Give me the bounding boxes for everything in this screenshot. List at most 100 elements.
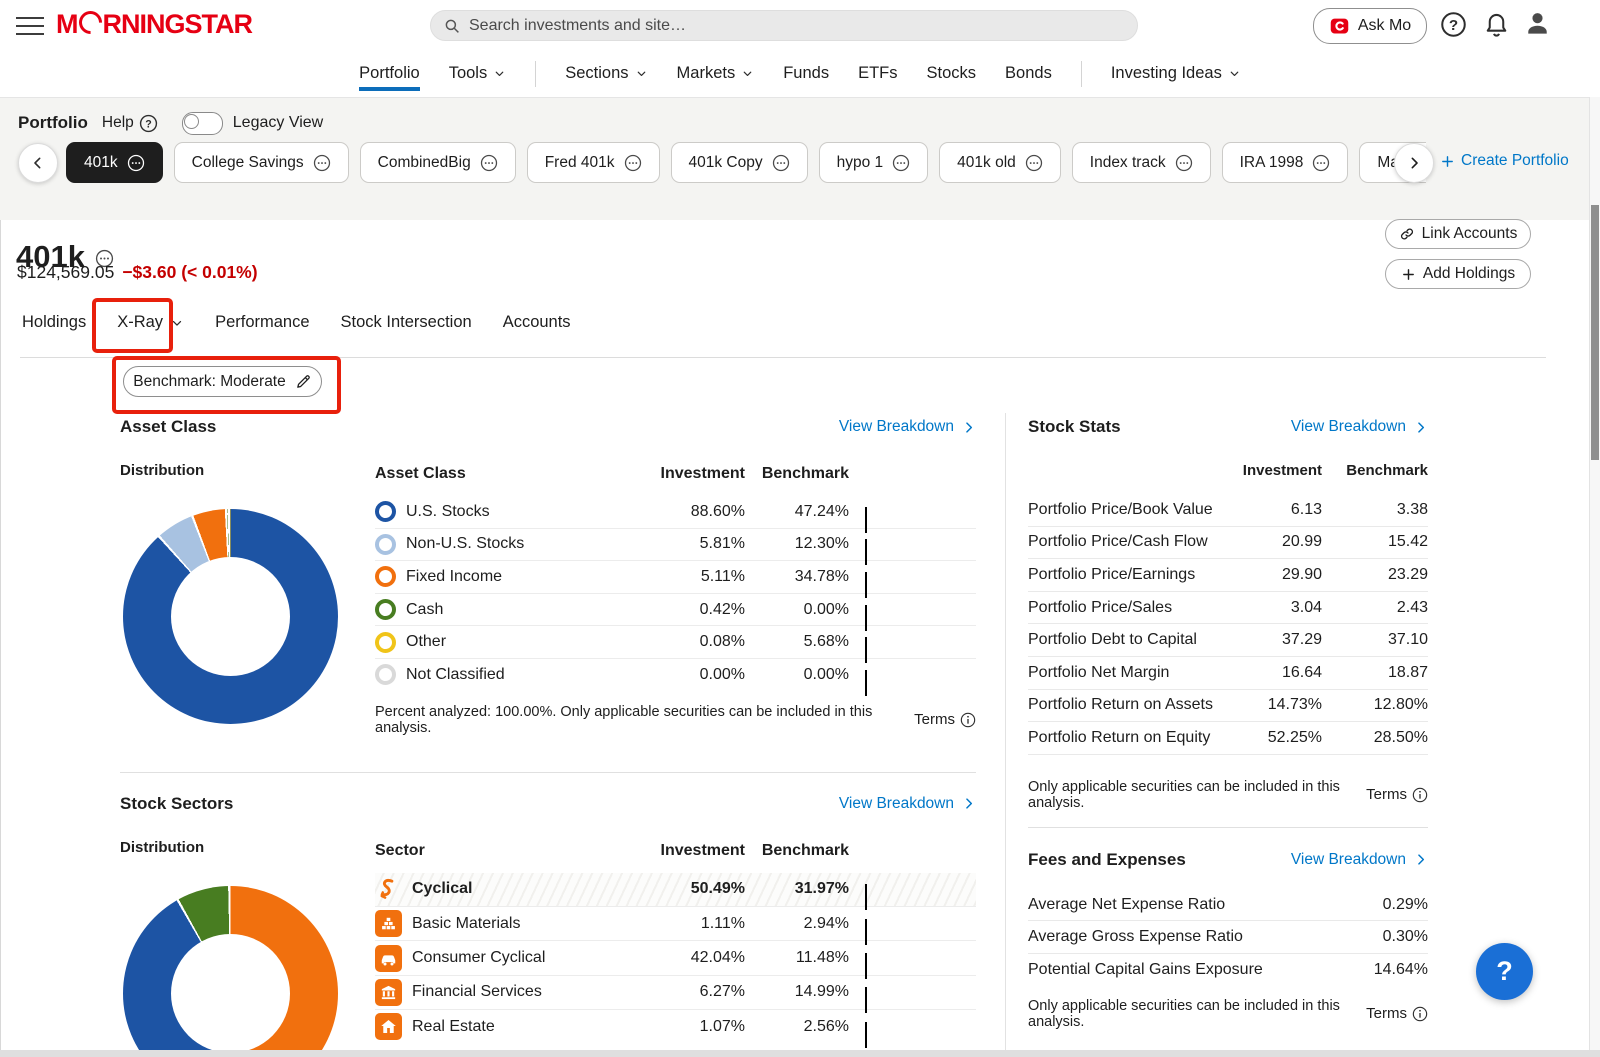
fee-row: Average Gross Expense Ratio0.30% bbox=[1028, 920, 1428, 953]
stat-benchmark-value: 28.50% bbox=[1322, 729, 1428, 747]
asset-class-terms-link[interactable]: Terms bbox=[914, 711, 976, 728]
stock-stat-row: Portfolio Price/Earnings29.9023.29 bbox=[1028, 559, 1428, 592]
stock-stats-header: Investment Benchmark bbox=[1028, 462, 1428, 486]
tab-stock-intersection[interactable]: Stock Intersection bbox=[339, 313, 474, 332]
edit-pencil-icon bbox=[295, 373, 312, 390]
nav-item-investing-ideas[interactable]: Investing Ideas bbox=[1111, 50, 1241, 97]
chip-menu-icon[interactable] bbox=[1025, 154, 1043, 172]
legend-ring-icon bbox=[375, 664, 396, 685]
help-fab-button[interactable]: ? bbox=[1476, 943, 1533, 1000]
portfolio-chip-combinedbig[interactable]: CombinedBig bbox=[360, 142, 516, 183]
nav-item-etfs[interactable]: ETFs bbox=[858, 50, 897, 97]
asset-class-name: Fixed Income bbox=[406, 568, 502, 586]
investment-value: 1.07% bbox=[650, 1018, 745, 1036]
chip-menu-icon[interactable] bbox=[772, 154, 790, 172]
portfolio-chip-401k[interactable]: 401k bbox=[66, 142, 163, 183]
benchmark-selector-button[interactable]: Benchmark: Moderate bbox=[123, 366, 322, 397]
legacy-view-toggle[interactable] bbox=[182, 112, 223, 135]
portfolio-chip-401k-copy[interactable]: 401k Copy bbox=[671, 142, 808, 183]
stat-benchmark-value: 23.29 bbox=[1322, 566, 1428, 584]
section-divider bbox=[120, 772, 976, 773]
stock-sectors-view-breakdown-link[interactable]: View Breakdown bbox=[839, 795, 976, 813]
nav-item-funds[interactable]: Funds bbox=[783, 50, 829, 97]
fees-view-breakdown-link[interactable]: View Breakdown bbox=[1291, 851, 1428, 869]
help-link[interactable]: Help ? bbox=[102, 114, 158, 133]
stat-investment-value: 6.13 bbox=[1222, 501, 1322, 519]
portfolio-chip-hypo-1[interactable]: hypo 1 bbox=[819, 142, 929, 183]
stat-benchmark-value: 3.38 bbox=[1322, 501, 1428, 519]
chevron-down-icon bbox=[493, 67, 506, 80]
scrollbar-thumb[interactable] bbox=[1591, 205, 1599, 460]
chip-menu-icon[interactable] bbox=[127, 154, 145, 172]
chip-menu-icon[interactable] bbox=[1175, 154, 1193, 172]
chip-menu-icon[interactable] bbox=[1312, 154, 1330, 172]
nav-divider bbox=[1081, 61, 1082, 87]
svg-text:?: ? bbox=[1449, 17, 1458, 34]
help-icon[interactable]: ? bbox=[1440, 11, 1467, 38]
asset-class-view-breakdown-link[interactable]: View Breakdown bbox=[839, 418, 976, 436]
asset-class-label-cell: Cash bbox=[375, 599, 650, 620]
chip-label: IRA 1998 bbox=[1240, 154, 1304, 172]
stat-investment-value: 20.99 bbox=[1222, 533, 1322, 551]
chip-menu-icon[interactable] bbox=[480, 154, 498, 172]
chevron-down-icon bbox=[170, 316, 184, 330]
morningstar-logo[interactable]: MRNINGSTAR bbox=[56, 9, 252, 40]
chip-label: Index track bbox=[1090, 154, 1166, 172]
tab-performance[interactable]: Performance bbox=[213, 313, 311, 332]
ask-mo-button[interactable]: Ask Mo bbox=[1313, 8, 1427, 44]
chip-menu-icon[interactable] bbox=[892, 154, 910, 172]
tab-x-ray[interactable]: X-Ray bbox=[115, 313, 186, 332]
chip-menu-icon[interactable] bbox=[313, 154, 331, 172]
tab-holdings[interactable]: Holdings bbox=[20, 313, 88, 332]
portfolio-chip-college-savings[interactable]: College Savings bbox=[174, 142, 349, 183]
create-portfolio-button[interactable]: Create Portfolio bbox=[1440, 152, 1569, 170]
sector-distribution-label: Distribution bbox=[120, 839, 375, 856]
stat-investment-value: 52.25% bbox=[1222, 729, 1322, 747]
stock-sectors-table-header: Sector Investment Benchmark bbox=[375, 839, 976, 863]
benchmark-value: 31.97% bbox=[745, 880, 849, 898]
plus-icon bbox=[1440, 154, 1455, 169]
asset-class-name: U.S. Stocks bbox=[406, 503, 490, 521]
section-divider bbox=[1028, 827, 1428, 828]
nav-item-label: Funds bbox=[783, 64, 829, 83]
portfolio-chip-401k-old[interactable]: 401k old bbox=[939, 142, 1061, 183]
sector-label-cell: Cyclical bbox=[375, 876, 650, 903]
benchmark-tick bbox=[865, 539, 867, 565]
chevron-down-icon bbox=[1228, 67, 1241, 80]
add-holdings-button[interactable]: Add Holdings bbox=[1385, 259, 1531, 289]
notifications-bell-icon[interactable] bbox=[1483, 11, 1510, 38]
nav-item-portfolio[interactable]: Portfolio bbox=[359, 50, 420, 97]
asset-class-row: Not Classified0.00%0.00% bbox=[375, 658, 976, 691]
portfolio-chip-ira-1998[interactable]: IRA 1998 bbox=[1222, 142, 1349, 183]
stock-stats-view-breakdown-link[interactable]: View Breakdown bbox=[1291, 418, 1428, 436]
stat-investment-value: 16.64 bbox=[1222, 664, 1322, 682]
fee-value: 0.29% bbox=[1383, 896, 1428, 914]
nav-item-sections[interactable]: Sections bbox=[565, 50, 647, 97]
chips-scroll-right-button[interactable] bbox=[1394, 143, 1434, 183]
asset-class-table-header: Asset Class Investment Benchmark bbox=[375, 462, 976, 486]
profile-avatar-icon[interactable] bbox=[1524, 10, 1551, 37]
nav-item-bonds[interactable]: Bonds bbox=[1005, 50, 1052, 97]
sector-name: Real Estate bbox=[412, 1018, 495, 1036]
chip-menu-icon[interactable] bbox=[624, 154, 642, 172]
tab-accounts[interactable]: Accounts bbox=[501, 313, 573, 332]
benchmark-tick bbox=[865, 884, 867, 910]
fees-terms-link[interactable]: Terms bbox=[1366, 1005, 1428, 1022]
asset-class-title: Asset Class bbox=[120, 417, 216, 437]
asset-class-name: Non-U.S. Stocks bbox=[406, 535, 524, 553]
asset-class-table: Asset Class Investment Benchmark U.S. St… bbox=[375, 462, 976, 736]
nav-item-stocks[interactable]: Stocks bbox=[927, 50, 977, 97]
chip-label: CombinedBig bbox=[378, 154, 471, 172]
link-accounts-button[interactable]: Link Accounts bbox=[1385, 219, 1531, 249]
search-input[interactable]: Search investments and site… bbox=[430, 10, 1138, 41]
chips-scroll-left-button[interactable] bbox=[18, 143, 58, 183]
portfolio-chip-index-track[interactable]: Index track bbox=[1072, 142, 1211, 183]
hamburger-menu-icon[interactable] bbox=[16, 17, 44, 35]
nav-item-markets[interactable]: Markets bbox=[677, 50, 755, 97]
portfolio-chip-fred-401k[interactable]: Fred 401k bbox=[527, 142, 660, 183]
right-column: Stock Stats View Breakdown Investment Be… bbox=[1028, 414, 1428, 1030]
nav-item-tools[interactable]: Tools bbox=[449, 50, 507, 97]
benchmark-value: 14.99% bbox=[745, 983, 849, 1001]
stock-stats-terms-link[interactable]: Terms bbox=[1366, 786, 1428, 803]
page-scrollbar[interactable] bbox=[1589, 97, 1600, 1050]
